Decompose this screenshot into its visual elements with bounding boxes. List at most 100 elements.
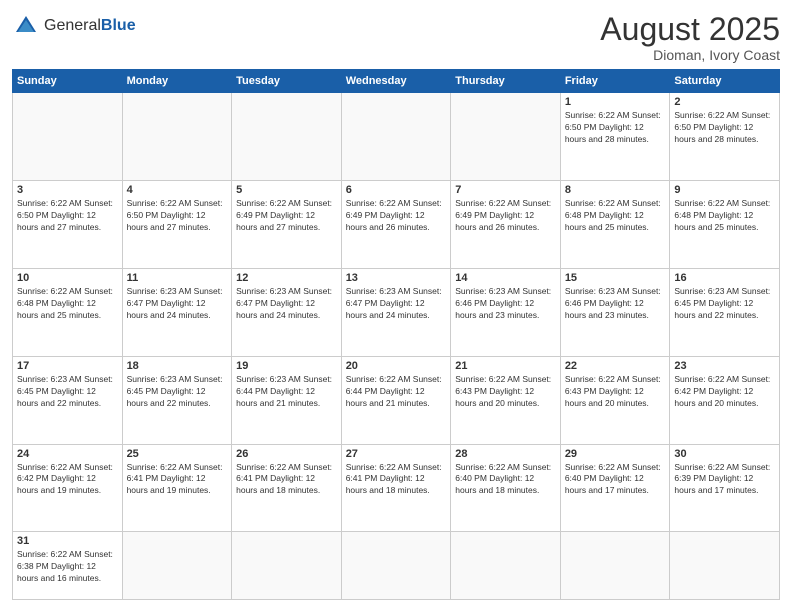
header: GeneralBlue August 2025 Dioman, Ivory Co… bbox=[12, 12, 780, 63]
calendar-row-2: 10Sunrise: 6:22 AM Sunset: 6:48 PM Dayli… bbox=[13, 268, 780, 356]
calendar-cell-2-5: 15Sunrise: 6:23 AM Sunset: 6:46 PM Dayli… bbox=[560, 268, 670, 356]
day-number: 4 bbox=[127, 184, 228, 196]
day-number: 1 bbox=[565, 96, 666, 108]
calendar-cell-2-1: 11Sunrise: 6:23 AM Sunset: 6:47 PM Dayli… bbox=[122, 268, 232, 356]
calendar-cell-2-3: 13Sunrise: 6:23 AM Sunset: 6:47 PM Dayli… bbox=[341, 268, 451, 356]
calendar-cell-0-0 bbox=[13, 93, 123, 181]
calendar-cell-3-6: 23 Sunrise: 6:22 AM Sunset: 6:42 PM Dayli… bbox=[670, 356, 780, 444]
day-info: Sunrise: 6:23 AM Sunset: 6:47 PM Dayligh… bbox=[346, 286, 447, 322]
day-number: 16 bbox=[674, 272, 775, 284]
calendar-cell-1-3: 6Sunrise: 6:22 AM Sunset: 6:49 PM Daylig… bbox=[341, 181, 451, 269]
calendar-row-1: 3 Sunrise: 6:22 AM Sunset: 6:50 PM Daylig… bbox=[13, 181, 780, 269]
calendar-cell-2-0: 10Sunrise: 6:22 AM Sunset: 6:48 PM Dayli… bbox=[13, 268, 123, 356]
calendar-cell-1-6: 9Sunrise: 6:22 AM Sunset: 6:48 PM Daylig… bbox=[670, 181, 780, 269]
day-number: 19 bbox=[236, 360, 337, 372]
day-number: 28 bbox=[455, 448, 556, 460]
day-info: Sunrise: 6:22 AM Sunset: 6:50 PM Dayligh… bbox=[127, 198, 228, 234]
calendar-cell-4-2: 26 Sunrise: 6:22 AM Sunset: 6:41 PM Dayli… bbox=[232, 444, 342, 532]
day-number: 14 bbox=[455, 272, 556, 284]
location: Dioman, Ivory Coast bbox=[600, 47, 780, 63]
calendar-row-5: 31 Sunrise: 6:22 AM Sunset: 6:38 PM Dayli… bbox=[13, 532, 780, 600]
calendar-cell-5-1 bbox=[122, 532, 232, 600]
logo-icon bbox=[12, 12, 40, 40]
calendar-cell-4-1: 25 Sunrise: 6:22 AM Sunset: 6:41 PM Dayli… bbox=[122, 444, 232, 532]
calendar-table: SundayMondayTuesdayWednesdayThursdayFrid… bbox=[12, 69, 780, 600]
logo-text: GeneralBlue bbox=[44, 17, 136, 35]
calendar-cell-1-5: 8Sunrise: 6:22 AM Sunset: 6:48 PM Daylig… bbox=[560, 181, 670, 269]
day-info: Sunrise: 6:22 AM Sunset: 6:50 PM Dayligh… bbox=[17, 198, 118, 234]
calendar-cell-1-1: 4 Sunrise: 6:22 AM Sunset: 6:50 PM Daylig… bbox=[122, 181, 232, 269]
day-number: 22 bbox=[565, 360, 666, 372]
calendar-cell-0-2 bbox=[232, 93, 342, 181]
weekday-header-monday: Monday bbox=[122, 70, 232, 93]
day-info: Sunrise: 6:23 AM Sunset: 6:44 PM Dayligh… bbox=[236, 374, 337, 410]
day-info: Sunrise: 6:22 AM Sunset: 6:43 PM Dayligh… bbox=[565, 374, 666, 410]
weekday-header-sunday: Sunday bbox=[13, 70, 123, 93]
day-number: 7 bbox=[455, 184, 556, 196]
day-number: 23 bbox=[674, 360, 775, 372]
day-number: 20 bbox=[346, 360, 447, 372]
calendar-cell-1-0: 3 Sunrise: 6:22 AM Sunset: 6:50 PM Daylig… bbox=[13, 181, 123, 269]
day-info: Sunrise: 6:22 AM Sunset: 6:38 PM Dayligh… bbox=[17, 549, 118, 585]
day-number: 31 bbox=[17, 535, 118, 547]
day-number: 29 bbox=[565, 448, 666, 460]
day-number: 25 bbox=[127, 448, 228, 460]
calendar-cell-2-4: 14Sunrise: 6:23 AM Sunset: 6:46 PM Dayli… bbox=[451, 268, 561, 356]
day-info: Sunrise: 6:22 AM Sunset: 6:49 PM Dayligh… bbox=[455, 198, 556, 234]
day-info: Sunrise: 6:22 AM Sunset: 6:41 PM Dayligh… bbox=[236, 462, 337, 498]
calendar-cell-4-3: 27 Sunrise: 6:22 AM Sunset: 6:41 PM Dayli… bbox=[341, 444, 451, 532]
weekday-header-thursday: Thursday bbox=[451, 70, 561, 93]
day-info: Sunrise: 6:22 AM Sunset: 6:44 PM Dayligh… bbox=[346, 374, 447, 410]
day-info: Sunrise: 6:22 AM Sunset: 6:49 PM Dayligh… bbox=[236, 198, 337, 234]
day-info: Sunrise: 6:22 AM Sunset: 6:43 PM Dayligh… bbox=[455, 374, 556, 410]
day-info: Sunrise: 6:22 AM Sunset: 6:41 PM Dayligh… bbox=[127, 462, 228, 498]
calendar-cell-1-2: 5Sunrise: 6:22 AM Sunset: 6:49 PM Daylig… bbox=[232, 181, 342, 269]
day-number: 21 bbox=[455, 360, 556, 372]
day-info: Sunrise: 6:22 AM Sunset: 6:42 PM Dayligh… bbox=[17, 462, 118, 498]
calendar-cell-5-2 bbox=[232, 532, 342, 600]
calendar-cell-3-3: 20 Sunrise: 6:22 AM Sunset: 6:44 PM Dayli… bbox=[341, 356, 451, 444]
calendar-cell-2-2: 12 Sunrise: 6:23 AM Sunset: 6:47 PM Dayli… bbox=[232, 268, 342, 356]
day-info: Sunrise: 6:22 AM Sunset: 6:42 PM Dayligh… bbox=[674, 374, 775, 410]
day-number: 2 bbox=[674, 96, 775, 108]
day-number: 3 bbox=[17, 184, 118, 196]
weekday-header-wednesday: Wednesday bbox=[341, 70, 451, 93]
month-title: August 2025 bbox=[600, 12, 780, 47]
calendar-row-4: 24 Sunrise: 6:22 AM Sunset: 6:42 PM Dayli… bbox=[13, 444, 780, 532]
day-number: 12 bbox=[236, 272, 337, 284]
day-info: Sunrise: 6:23 AM Sunset: 6:45 PM Dayligh… bbox=[674, 286, 775, 322]
day-number: 17 bbox=[17, 360, 118, 372]
day-info: Sunrise: 6:22 AM Sunset: 6:41 PM Dayligh… bbox=[346, 462, 447, 498]
calendar-cell-0-3 bbox=[341, 93, 451, 181]
day-info: Sunrise: 6:22 AM Sunset: 6:50 PM Dayligh… bbox=[674, 110, 775, 146]
calendar-cell-3-4: 21 Sunrise: 6:22 AM Sunset: 6:43 PM Dayli… bbox=[451, 356, 561, 444]
day-number: 26 bbox=[236, 448, 337, 460]
calendar-cell-4-4: 28 Sunrise: 6:22 AM Sunset: 6:40 PM Dayli… bbox=[451, 444, 561, 532]
calendar-cell-0-6: 2 Sunrise: 6:22 AM Sunset: 6:50 PM Daylig… bbox=[670, 93, 780, 181]
calendar-cell-5-3 bbox=[341, 532, 451, 600]
calendar-cell-5-5 bbox=[560, 532, 670, 600]
weekday-header-friday: Friday bbox=[560, 70, 670, 93]
calendar-cell-5-0: 31 Sunrise: 6:22 AM Sunset: 6:38 PM Dayli… bbox=[13, 532, 123, 600]
day-info: Sunrise: 6:22 AM Sunset: 6:40 PM Dayligh… bbox=[455, 462, 556, 498]
day-info: Sunrise: 6:23 AM Sunset: 6:47 PM Dayligh… bbox=[236, 286, 337, 322]
day-info: Sunrise: 6:22 AM Sunset: 6:49 PM Dayligh… bbox=[346, 198, 447, 234]
calendar-cell-3-1: 18Sunrise: 6:23 AM Sunset: 6:45 PM Dayli… bbox=[122, 356, 232, 444]
calendar-cell-1-4: 7 Sunrise: 6:22 AM Sunset: 6:49 PM Daylig… bbox=[451, 181, 561, 269]
day-info: Sunrise: 6:22 AM Sunset: 6:50 PM Dayligh… bbox=[565, 110, 666, 146]
title-block: August 2025 Dioman, Ivory Coast bbox=[600, 12, 780, 63]
day-info: Sunrise: 6:22 AM Sunset: 6:40 PM Dayligh… bbox=[565, 462, 666, 498]
day-info: Sunrise: 6:23 AM Sunset: 6:45 PM Dayligh… bbox=[17, 374, 118, 410]
calendar-cell-0-5: 1 Sunrise: 6:22 AM Sunset: 6:50 PM Daylig… bbox=[560, 93, 670, 181]
calendar-cell-4-6: 30Sunrise: 6:22 AM Sunset: 6:39 PM Dayli… bbox=[670, 444, 780, 532]
day-info: Sunrise: 6:22 AM Sunset: 6:48 PM Dayligh… bbox=[674, 198, 775, 234]
day-number: 27 bbox=[346, 448, 447, 460]
day-info: Sunrise: 6:22 AM Sunset: 6:48 PM Dayligh… bbox=[565, 198, 666, 234]
calendar-cell-4-5: 29 Sunrise: 6:22 AM Sunset: 6:40 PM Dayli… bbox=[560, 444, 670, 532]
day-number: 30 bbox=[674, 448, 775, 460]
calendar-cell-4-0: 24 Sunrise: 6:22 AM Sunset: 6:42 PM Dayli… bbox=[13, 444, 123, 532]
day-number: 18 bbox=[127, 360, 228, 372]
calendar-cell-5-6 bbox=[670, 532, 780, 600]
calendar-cell-0-4 bbox=[451, 93, 561, 181]
day-number: 24 bbox=[17, 448, 118, 460]
